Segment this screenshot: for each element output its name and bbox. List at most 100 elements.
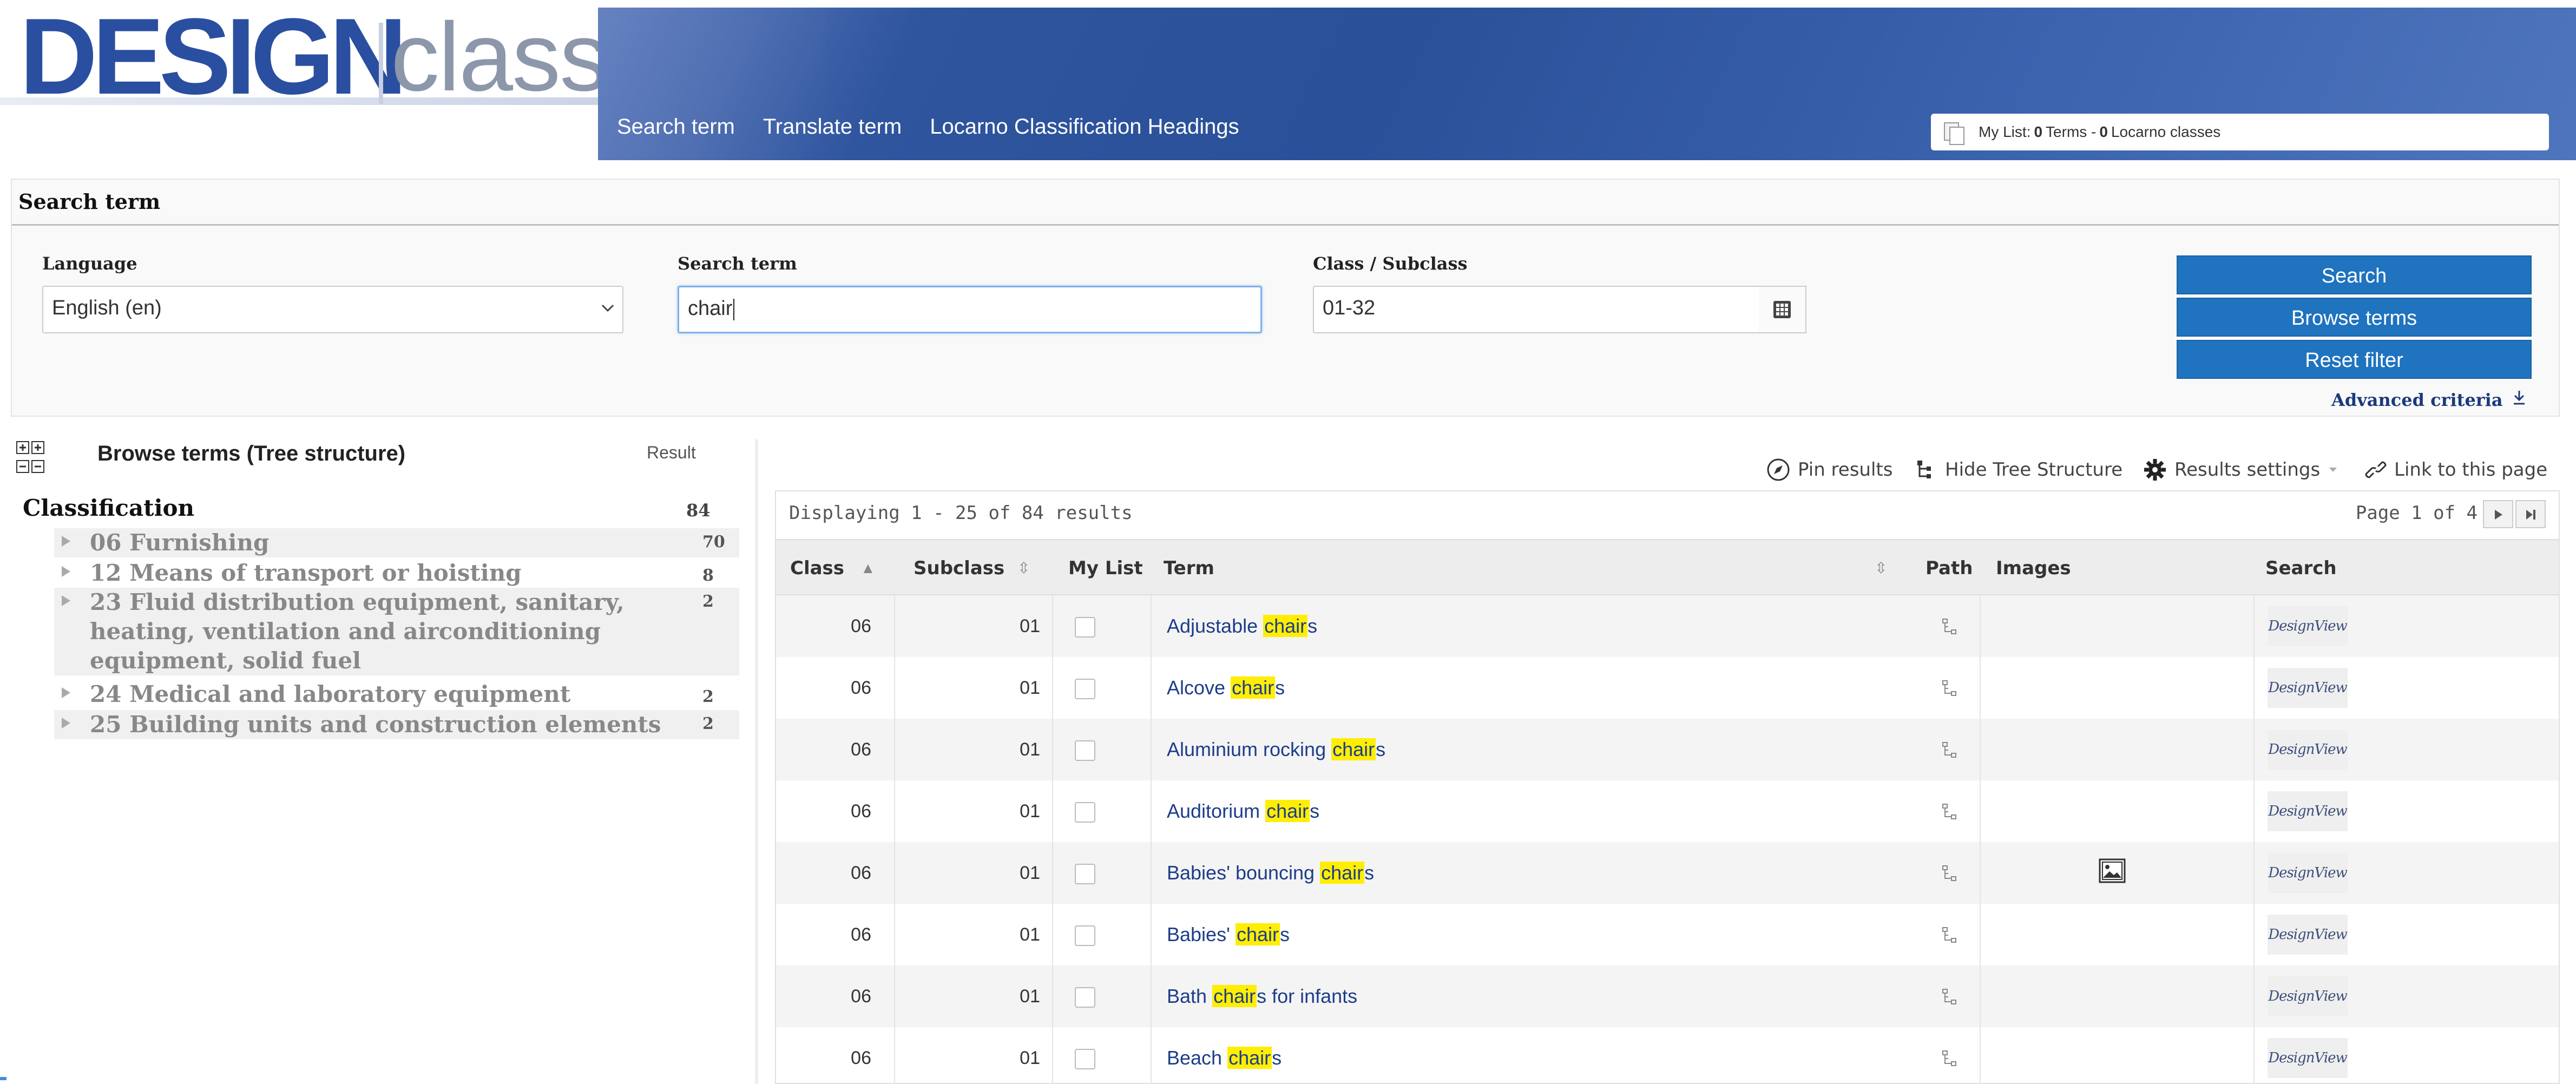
cell-subclass: 01 bbox=[1020, 924, 1040, 945]
term-suffix: s bbox=[1364, 862, 1375, 884]
designview-search-link[interactable]: DesignView bbox=[2268, 730, 2348, 770]
column-header-class[interactable]: Class bbox=[790, 540, 844, 596]
term-prefix: Babies' bbox=[1167, 923, 1236, 945]
designview-search-link[interactable]: DesignView bbox=[2268, 915, 2348, 955]
pin-results-action[interactable]: Pin results bbox=[1766, 455, 1892, 485]
sort-both-icon[interactable]: ⇳ bbox=[1875, 540, 1887, 596]
search-button[interactable]: Search bbox=[2177, 255, 2532, 294]
table-row: 06 01 Beach chairs DesignView bbox=[776, 1027, 2559, 1084]
mylist-checkbox[interactable] bbox=[1075, 617, 1095, 638]
path-tree-icon[interactable] bbox=[1941, 1049, 1960, 1068]
table-row: 06 01 Aluminium rocking chairs DesignView bbox=[776, 719, 2559, 780]
link-icon bbox=[2365, 461, 2387, 478]
column-header-term[interactable]: Term bbox=[1164, 540, 1214, 596]
mylist-checkbox[interactable] bbox=[1075, 925, 1095, 946]
expand-triangle-icon[interactable] bbox=[62, 536, 70, 547]
mylist-checkbox[interactable] bbox=[1075, 679, 1095, 699]
term-highlight: chair bbox=[1320, 862, 1365, 884]
logo-design-text: DESIGN bbox=[19, 0, 408, 117]
path-tree-icon[interactable] bbox=[1941, 740, 1960, 760]
tree-item-12[interactable]: 12 Means of transport or hoisting 8 bbox=[54, 559, 739, 588]
term-link[interactable]: Beach chairs bbox=[1167, 1047, 1282, 1069]
language-select[interactable]: English (en) bbox=[42, 286, 623, 333]
results-settings-dropdown[interactable]: Results settings bbox=[2143, 455, 2338, 485]
mylist-checkbox[interactable] bbox=[1075, 987, 1095, 1008]
last-page-button[interactable] bbox=[2515, 500, 2546, 528]
term-prefix: Aluminium rocking bbox=[1167, 738, 1332, 760]
nav-locarno-headings[interactable]: Locarno Classification Headings bbox=[930, 115, 1239, 139]
browse-terms-button[interactable]: Browse terms bbox=[2177, 298, 2532, 337]
caret-down-icon bbox=[2329, 468, 2337, 472]
expand-triangle-icon[interactable] bbox=[62, 595, 70, 606]
column-header-subclass[interactable]: Subclass bbox=[914, 540, 1004, 596]
designview-search-link[interactable]: DesignView bbox=[2268, 791, 2348, 831]
image-thumbnail-icon[interactable] bbox=[2099, 858, 2126, 883]
mylist-checkbox[interactable] bbox=[1075, 864, 1095, 884]
term-link[interactable]: Aluminium rocking chairs bbox=[1167, 738, 1385, 760]
link-to-page-label: Link to this page bbox=[2394, 459, 2548, 481]
my-list-box[interactable]: My List: 0 Terms - 0 Locarno classes bbox=[1931, 114, 2549, 150]
expand-collapse-all-icon[interactable] bbox=[16, 441, 44, 475]
path-tree-icon[interactable] bbox=[1941, 617, 1960, 636]
next-page-button[interactable] bbox=[2483, 500, 2513, 528]
mylist-checkbox[interactable] bbox=[1075, 740, 1095, 761]
designview-search-link[interactable]: DesignView bbox=[2268, 853, 2348, 893]
link-to-page-action[interactable]: Link to this page bbox=[2365, 455, 2547, 485]
nav-search-term[interactable]: Search term bbox=[617, 115, 735, 139]
search-term-input[interactable]: chair bbox=[678, 286, 1262, 333]
path-tree-icon[interactable] bbox=[1941, 925, 1960, 945]
path-tree-icon[interactable] bbox=[1941, 679, 1960, 698]
tree-item-23[interactable]: 23 Fluid distribution equipment, sanitar… bbox=[54, 588, 739, 675]
cell-term: Auditorium chairs bbox=[1167, 780, 1319, 842]
tree-structure-icon bbox=[1917, 461, 1931, 478]
mylist-checkbox[interactable] bbox=[1075, 1049, 1095, 1069]
mylist-checkbox[interactable] bbox=[1075, 802, 1095, 823]
skip-end-icon bbox=[2526, 510, 2535, 520]
term-link[interactable]: Bath chairs for infants bbox=[1167, 985, 1357, 1007]
term-link[interactable]: Alcove chairs bbox=[1167, 676, 1285, 699]
sort-asc-icon[interactable]: ▲ bbox=[860, 540, 876, 596]
tree-item-24[interactable]: 24 Medical and laboratory equipment 2 bbox=[54, 680, 739, 709]
term-link[interactable]: Babies' bouncing chairs bbox=[1167, 862, 1374, 884]
term-link[interactable]: Adjustable chairs bbox=[1167, 615, 1317, 637]
text-cursor bbox=[733, 298, 735, 320]
cell-class: 06 bbox=[851, 801, 871, 822]
term-link[interactable]: Babies' chairs bbox=[1167, 923, 1290, 945]
results-panel: Displaying 1 - 25 of 84 results Page 1 o… bbox=[775, 490, 2560, 1084]
tree-item-25[interactable]: 25 Building units and construction eleme… bbox=[54, 710, 739, 739]
designview-search-link[interactable]: DesignView bbox=[2268, 976, 2348, 1016]
column-divider bbox=[894, 595, 895, 1084]
designview-search-link[interactable]: DesignView bbox=[2268, 1038, 2348, 1078]
designview-search-link[interactable]: DesignView bbox=[2268, 606, 2348, 646]
reset-filter-button[interactable]: Reset filter bbox=[2177, 340, 2532, 379]
term-suffix: s bbox=[1275, 676, 1285, 699]
path-tree-icon[interactable] bbox=[1941, 987, 1960, 1007]
path-tree-icon[interactable] bbox=[1941, 864, 1960, 883]
cell-term: Bath chairs for infants bbox=[1167, 965, 1357, 1027]
panel-splitter[interactable] bbox=[755, 439, 758, 1084]
tree-item-06[interactable]: 06 Furnishing 70 bbox=[54, 528, 739, 557]
tree-title: Browse terms (Tree structure) bbox=[97, 442, 406, 465]
language-select-value: English (en) bbox=[52, 297, 162, 319]
term-link[interactable]: Auditorium chairs bbox=[1167, 800, 1319, 822]
class-picker-button[interactable] bbox=[1759, 286, 1806, 333]
advanced-criteria-label: Advanced criteria bbox=[2331, 390, 2503, 410]
language-label: Language bbox=[42, 253, 137, 274]
expand-triangle-icon[interactable] bbox=[62, 718, 70, 728]
expand-triangle-icon[interactable] bbox=[62, 687, 70, 698]
path-tree-icon[interactable] bbox=[1941, 802, 1960, 822]
cell-class: 06 bbox=[851, 678, 871, 698]
logo[interactable]: DESIGN class bbox=[0, 0, 608, 160]
expand-triangle-icon[interactable] bbox=[62, 566, 70, 577]
search-panel-divider bbox=[12, 224, 2559, 226]
designview-search-link[interactable]: DesignView bbox=[2268, 668, 2348, 708]
gear-icon bbox=[2144, 459, 2166, 481]
nav-translate-term[interactable]: Translate term bbox=[763, 115, 902, 139]
table-row: 06 01 Bath chairs for infants DesignView bbox=[776, 965, 2559, 1027]
tree-root-classification[interactable]: Classification bbox=[23, 495, 194, 521]
sort-both-icon[interactable]: ⇳ bbox=[1017, 540, 1030, 596]
cell-term: Babies' bouncing chairs bbox=[1167, 842, 1374, 904]
class-subclass-input[interactable]: 01-32 bbox=[1313, 286, 1760, 333]
hide-tree-action[interactable]: Hide Tree Structure bbox=[1916, 455, 2122, 485]
advanced-criteria-link[interactable]: Advanced criteria bbox=[2331, 390, 2526, 410]
